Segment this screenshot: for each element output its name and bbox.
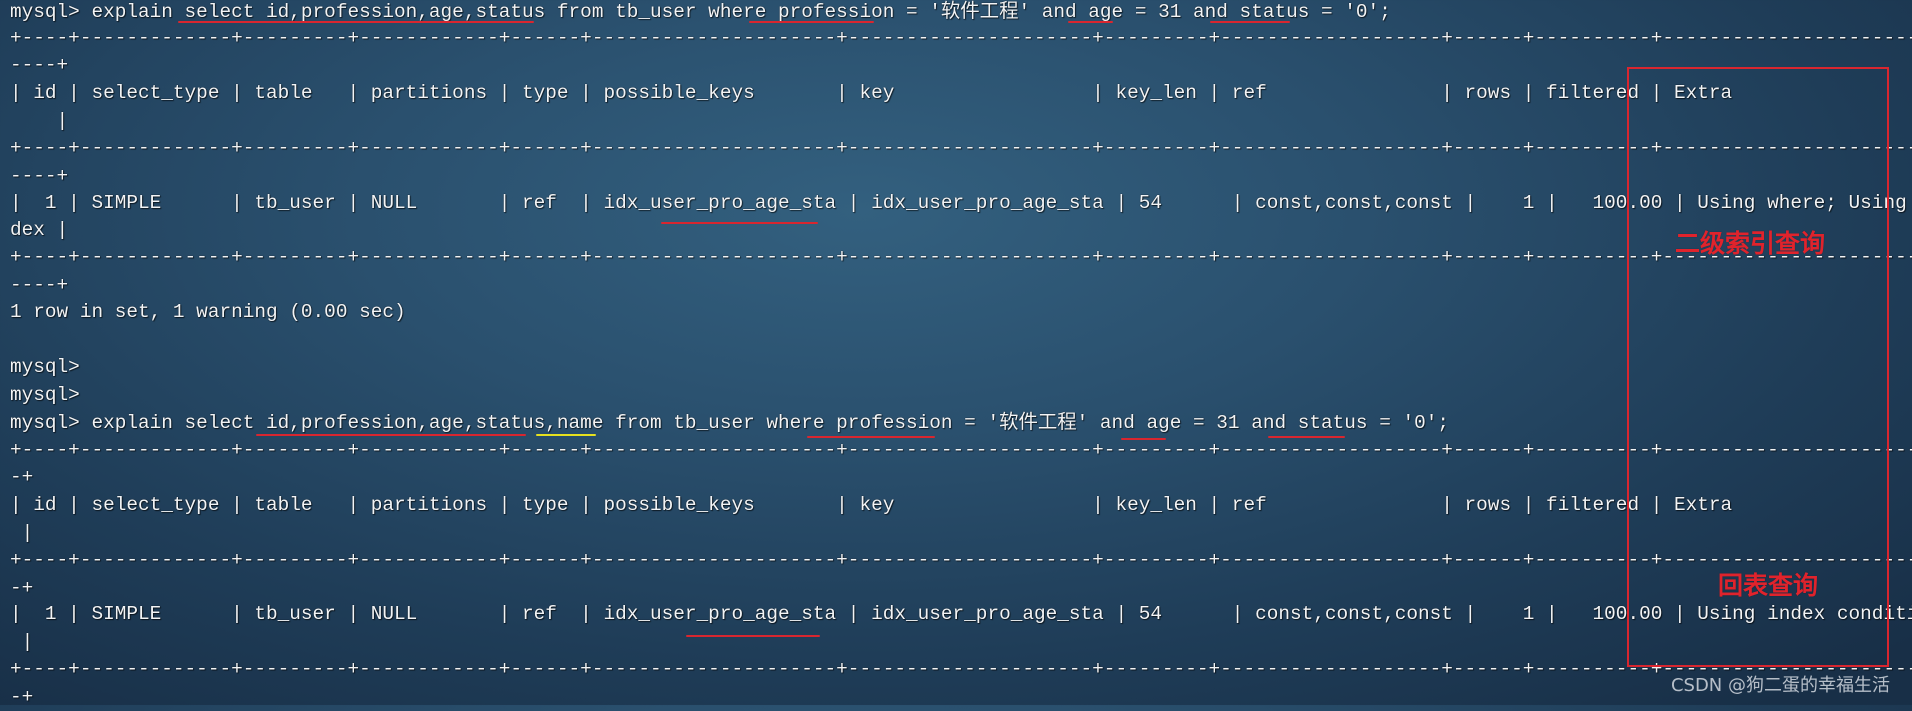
underline-age-2 [1121, 438, 1166, 440]
table-border: +----+-------------+---------+----------… [10, 27, 1912, 49]
table-row-wrap: dex | [10, 219, 69, 241]
table-header-wrap: | [10, 522, 34, 544]
table-header-wrap: | [10, 110, 69, 132]
table-border-wrap: -+ [10, 686, 34, 708]
secondary-index-query-label: 二级索引查询 [1675, 229, 1826, 258]
mysql-terminal: mysql> explain select id,profession,age,… [0, 0, 1912, 708]
table-border-wrap: ----+ [10, 274, 69, 296]
table-border-wrap: -+ [10, 466, 34, 488]
prompt-line: mysql> [10, 384, 80, 406]
underline-status-2 [1268, 436, 1345, 438]
underline-select-columns-2 [256, 434, 526, 436]
underline-possible-key-1 [661, 222, 818, 224]
command-line-2: mysql> explain select id,profession,age,… [10, 412, 1450, 434]
table-border-wrap: -+ [10, 577, 34, 599]
prompt-line: mysql> [10, 356, 80, 378]
underline-name-column [536, 434, 596, 436]
underline-status [1210, 21, 1290, 23]
csdn-watermark: CSDN @狗二蛋的幸福生活 [1670, 675, 1890, 696]
table-border-wrap: ----+ [10, 54, 69, 76]
table-header-row: | id | select_type | table | partitions … [10, 494, 1733, 516]
underline-select-columns [178, 21, 534, 23]
table-lookup-query-label: 回表查询 [1718, 571, 1819, 600]
table-border-wrap: ----+ [10, 165, 69, 187]
underline-profession [749, 21, 874, 23]
table-row-wrap: | [10, 631, 34, 653]
result-summary: 1 row in set, 1 warning (0.00 sec) [10, 301, 406, 323]
table-header-row: | id | select_type | table | partitions … [10, 82, 1733, 104]
underline-age [1068, 21, 1113, 23]
underline-profession-2 [807, 436, 935, 438]
underline-possible-key-2 [686, 635, 820, 637]
